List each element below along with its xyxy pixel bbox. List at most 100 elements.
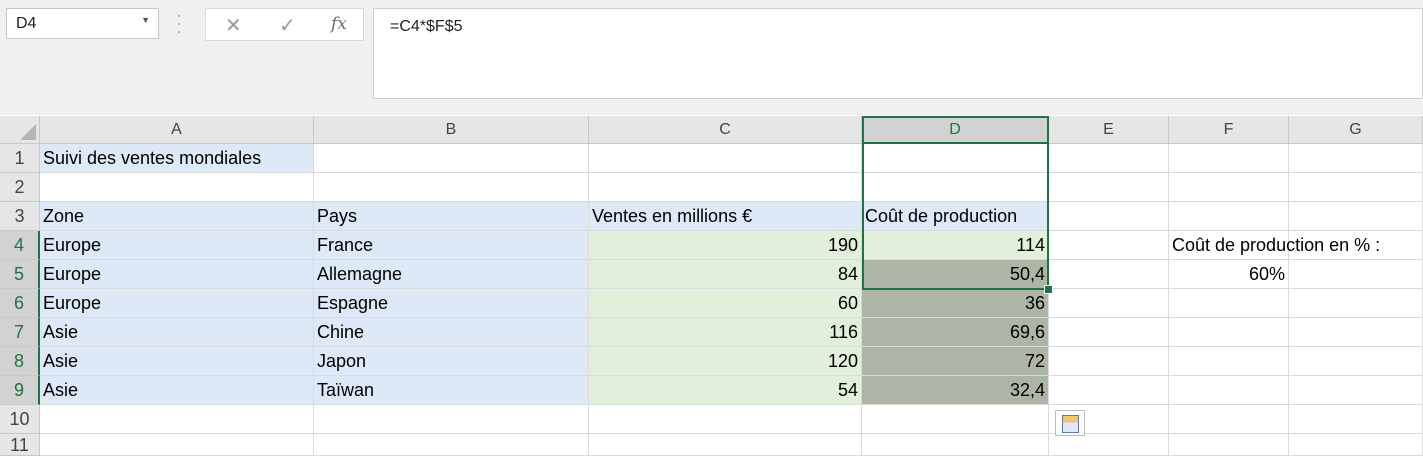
- cell-b11[interactable]: [314, 434, 589, 456]
- cell-f9[interactable]: [1169, 376, 1289, 405]
- cell-d7[interactable]: 69,6: [862, 318, 1049, 347]
- cell-g11[interactable]: [1289, 434, 1423, 456]
- cell-e4[interactable]: [1049, 231, 1169, 260]
- column-header-g[interactable]: G: [1289, 116, 1423, 144]
- cell-e6[interactable]: [1049, 289, 1169, 318]
- name-box[interactable]: D4 ▼: [6, 8, 159, 39]
- row-header-1[interactable]: 1: [0, 144, 40, 173]
- cell-c3[interactable]: Ventes en millions €: [589, 202, 862, 231]
- cell-a8[interactable]: Asie: [40, 347, 314, 376]
- cell-a7[interactable]: Asie: [40, 318, 314, 347]
- cell-b10[interactable]: [314, 405, 589, 434]
- cell-e1[interactable]: [1049, 144, 1169, 173]
- cell-f6[interactable]: [1169, 289, 1289, 318]
- column-header-f[interactable]: F: [1169, 116, 1289, 144]
- cell-a2[interactable]: [40, 173, 314, 202]
- cell-e5[interactable]: [1049, 260, 1169, 289]
- cell-g1[interactable]: [1289, 144, 1423, 173]
- formula-input[interactable]: =C4*$F$5: [373, 8, 1423, 99]
- cell-g10[interactable]: [1289, 405, 1423, 434]
- row-header-11[interactable]: 11: [0, 434, 40, 456]
- column-header-c[interactable]: C: [589, 116, 862, 144]
- cell-b9[interactable]: Taïwan: [314, 376, 589, 405]
- cell-b7[interactable]: Chine: [314, 318, 589, 347]
- cell-g2[interactable]: [1289, 173, 1423, 202]
- cell-b5[interactable]: Allemagne: [314, 260, 589, 289]
- cell-c9[interactable]: 54: [589, 376, 862, 405]
- cell-g5[interactable]: [1289, 260, 1423, 289]
- enter-icon[interactable]: ✓: [279, 13, 296, 38]
- quick-analysis-button[interactable]: [1055, 410, 1085, 436]
- cell-f2[interactable]: [1169, 173, 1289, 202]
- cell-f7[interactable]: [1169, 318, 1289, 347]
- cell-a5[interactable]: Europe: [40, 260, 314, 289]
- cell-g6[interactable]: [1289, 289, 1423, 318]
- cell-a3[interactable]: Zone: [40, 202, 314, 231]
- cell-a4[interactable]: Europe: [40, 231, 314, 260]
- cell-c1[interactable]: [589, 144, 862, 173]
- row-header-7[interactable]: 7: [0, 318, 40, 347]
- drag-handle-icon[interactable]: · · ·: [176, 6, 182, 40]
- cell-b6[interactable]: Espagne: [314, 289, 589, 318]
- cell-e8[interactable]: [1049, 347, 1169, 376]
- cell-a11[interactable]: [40, 434, 314, 456]
- select-all-button[interactable]: [0, 116, 40, 144]
- row-header-10[interactable]: 10: [0, 405, 40, 434]
- cell-c8[interactable]: 120: [589, 347, 862, 376]
- cell-f4[interactable]: Coût de production en % :: [1169, 231, 1380, 260]
- cell-g3[interactable]: [1289, 202, 1423, 231]
- cell-c2[interactable]: [589, 173, 862, 202]
- cancel-icon[interactable]: ✕: [225, 13, 242, 38]
- row-header-4[interactable]: 4: [0, 231, 40, 260]
- column-header-e[interactable]: E: [1049, 116, 1169, 144]
- cell-g9[interactable]: [1289, 376, 1423, 405]
- column-header-a[interactable]: A: [40, 116, 314, 144]
- cell-d11[interactable]: [862, 434, 1049, 456]
- cell-f3[interactable]: [1169, 202, 1289, 231]
- cell-f11[interactable]: [1169, 434, 1289, 456]
- cell-e7[interactable]: [1049, 318, 1169, 347]
- row-header-5[interactable]: 5: [0, 260, 40, 289]
- cell-c11[interactable]: [589, 434, 862, 456]
- cell-b1[interactable]: [314, 144, 589, 173]
- insert-function-icon[interactable]: fx: [331, 14, 347, 34]
- cell-e11[interactable]: [1049, 434, 1169, 456]
- cell-c6[interactable]: 60: [589, 289, 862, 318]
- row-header-3[interactable]: 3: [0, 202, 40, 231]
- cell-f10[interactable]: [1169, 405, 1289, 434]
- cell-a6[interactable]: Europe: [40, 289, 314, 318]
- fill-handle[interactable]: [1044, 285, 1053, 294]
- cell-f5[interactable]: 60%: [1169, 260, 1289, 289]
- cell-g7[interactable]: [1289, 318, 1423, 347]
- cell-e3[interactable]: [1049, 202, 1169, 231]
- row-header-6[interactable]: 6: [0, 289, 40, 318]
- cell-a1[interactable]: Suivi des ventes mondiales: [40, 144, 314, 173]
- cell-d9[interactable]: 32,4: [862, 376, 1049, 405]
- cell-d5[interactable]: 50,4: [862, 260, 1049, 289]
- cell-g4[interactable]: [1289, 231, 1423, 260]
- cell-f1[interactable]: [1169, 144, 1289, 173]
- cell-d3[interactable]: Coût de production: [862, 202, 1049, 231]
- row-header-2[interactable]: 2: [0, 173, 40, 202]
- cell-g8[interactable]: [1289, 347, 1423, 376]
- cell-d2[interactable]: [862, 173, 1049, 202]
- cell-d1[interactable]: [862, 144, 1049, 173]
- cell-c5[interactable]: 84: [589, 260, 862, 289]
- cell-c7[interactable]: 116: [589, 318, 862, 347]
- row-header-9[interactable]: 9: [0, 376, 40, 405]
- cell-c10[interactable]: [589, 405, 862, 434]
- chevron-down-icon[interactable]: ▼: [141, 15, 150, 25]
- cell-e2[interactable]: [1049, 173, 1169, 202]
- cell-d10[interactable]: [862, 405, 1049, 434]
- cell-d6[interactable]: 36: [862, 289, 1049, 318]
- cell-f8[interactable]: [1169, 347, 1289, 376]
- cell-e9[interactable]: [1049, 376, 1169, 405]
- cell-a9[interactable]: Asie: [40, 376, 314, 405]
- cell-d4[interactable]: 114: [862, 231, 1049, 260]
- column-header-d[interactable]: D: [862, 116, 1049, 144]
- cell-b8[interactable]: Japon: [314, 347, 589, 376]
- column-header-b[interactable]: B: [314, 116, 589, 144]
- cell-b2[interactable]: [314, 173, 589, 202]
- cell-d8[interactable]: 72: [862, 347, 1049, 376]
- cell-b4[interactable]: France: [314, 231, 589, 260]
